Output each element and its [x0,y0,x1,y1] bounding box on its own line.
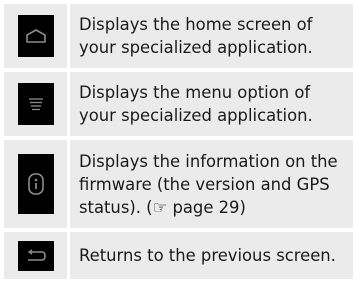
row-description: Returns to the previous screen. [79,246,336,265]
table-row-menu: Displays the menu option of your special… [4,72,353,136]
table-row-info: Displays the information on the firmware… [4,140,353,228]
icon-cell [4,72,70,136]
info-icon [17,154,54,214]
row-description: Displays the home screen of your special… [79,15,313,57]
icon-cell [4,4,70,68]
icon-cell [4,232,70,279]
row-description: Displays the information on the firmware… [79,151,338,217]
icon-description-table: Displays the home screen of your special… [4,0,353,281]
table-row-home: Displays the home screen of your special… [4,4,353,68]
home-icon [17,15,54,57]
menu-icon [17,83,54,125]
row-description: Displays the menu option of your special… [79,83,313,125]
back-icon [17,240,54,271]
icon-cell [4,140,70,228]
table-row-back: Returns to the previous screen. [4,232,353,279]
